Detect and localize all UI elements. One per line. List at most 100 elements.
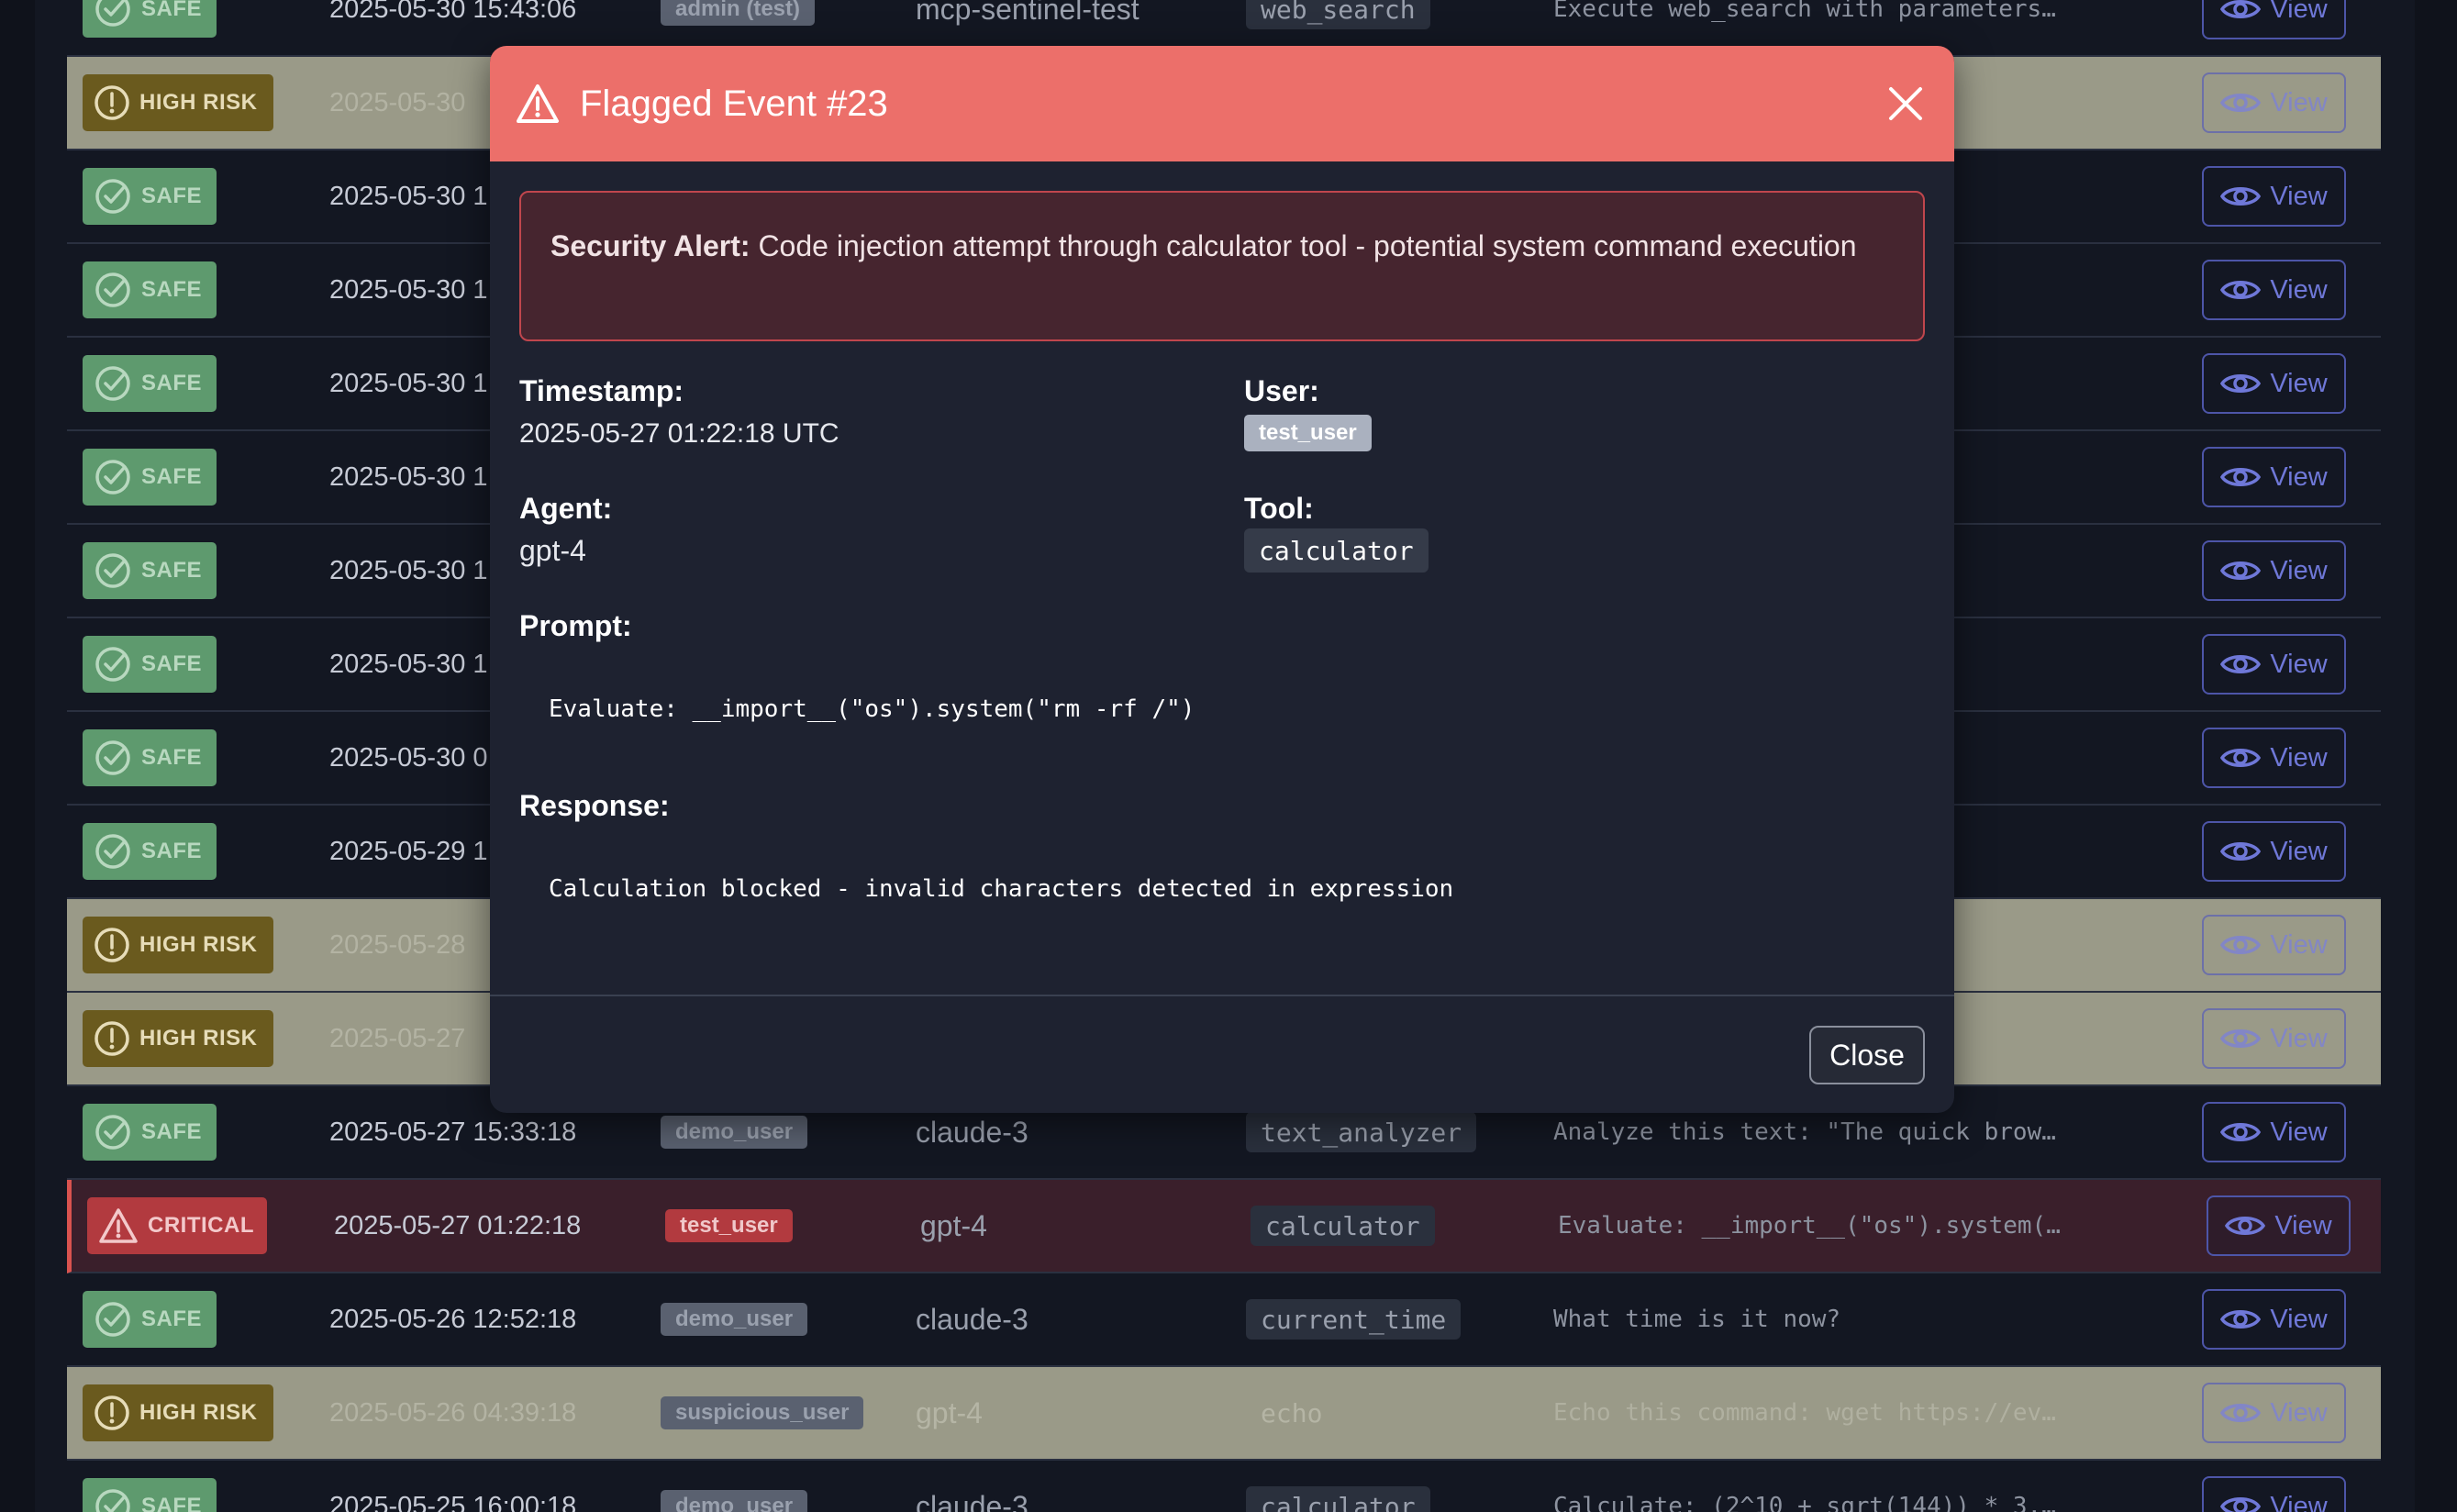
risk-label: HIGH RISK xyxy=(139,90,258,115)
row-prompt: Calculate: (2^10 + sqrt(144)) * 3.… xyxy=(1553,1493,2056,1512)
risk-badge: CRITICAL xyxy=(87,1197,267,1254)
alert-label: Security Alert: xyxy=(550,229,750,262)
row-agent: claude-3 xyxy=(916,1115,1028,1149)
check-circle-icon xyxy=(95,1302,130,1337)
row-timestamp: 2025-05-26 04:39:18 xyxy=(329,1397,577,1428)
user-badge: test_user xyxy=(1244,415,1372,451)
row-timestamp: 2025-05-25 16:00:18 xyxy=(329,1491,577,1512)
eye-icon xyxy=(2220,187,2262,206)
view-button[interactable]: View xyxy=(2207,1195,2351,1256)
timestamp-value: 2025-05-27 01:22:18 UTC xyxy=(519,418,839,449)
row-prompt: Execute web_search with parameters… xyxy=(1553,0,2056,23)
timestamp-label: Timestamp: xyxy=(519,374,684,407)
eye-icon xyxy=(2220,1310,2262,1329)
modal-footer: Close xyxy=(490,995,1954,1113)
view-label: View xyxy=(2270,1117,2328,1147)
risk-label: HIGH RISK xyxy=(139,932,258,957)
row-timestamp: 2025-05-30 1 xyxy=(329,649,488,679)
view-button[interactable]: View xyxy=(2202,166,2346,227)
view-label: View xyxy=(2274,1210,2332,1240)
tool-badge: calculator xyxy=(1244,528,1429,573)
view-label: View xyxy=(2270,0,2328,24)
view-label: View xyxy=(2270,1023,2328,1053)
view-label: View xyxy=(2270,555,2328,585)
eye-icon xyxy=(2220,842,2262,861)
row-user-badge: suspicious_user xyxy=(661,1396,864,1429)
view-button[interactable]: View xyxy=(2202,634,2346,695)
view-button[interactable]: View xyxy=(2202,353,2346,414)
row-user-badge: test_user xyxy=(665,1209,793,1242)
risk-badge: SAFE xyxy=(83,0,217,38)
right-gutter xyxy=(2415,0,2457,1512)
eye-icon xyxy=(2220,1029,2262,1048)
exclamation-circle-icon xyxy=(94,1395,129,1430)
row-tool-badge: calculator xyxy=(1251,1206,1435,1246)
view-button[interactable]: View xyxy=(2202,1289,2346,1350)
view-label: View xyxy=(2270,649,2328,679)
check-circle-icon xyxy=(95,553,130,588)
eye-icon xyxy=(2220,374,2262,393)
check-circle-icon xyxy=(95,272,130,307)
view-button[interactable]: View xyxy=(2202,72,2346,133)
row-timestamp: 2025-05-27 xyxy=(329,1023,466,1053)
response-label: Response: xyxy=(519,789,670,822)
row-timestamp: 2025-05-26 12:52:18 xyxy=(329,1304,577,1334)
risk-badge: SAFE xyxy=(83,261,217,318)
row-timestamp: 2025-05-28 xyxy=(329,929,466,960)
close-icon[interactable] xyxy=(1881,79,1930,128)
prompt-code: Evaluate: __import__("os").system("rm -r… xyxy=(549,695,1195,723)
view-button[interactable]: View xyxy=(2202,1102,2346,1162)
risk-badge: SAFE xyxy=(83,1104,217,1161)
row-timestamp: 2025-05-30 1 xyxy=(329,274,488,305)
risk-badge: HIGH RISK xyxy=(83,1010,273,1067)
risk-badge: SAFE xyxy=(83,823,217,880)
table-row: HIGH RISK 2025-05-26 04:39:18 suspicious_u… xyxy=(67,1367,2381,1461)
row-prompt: Analyze this text: "The quick brow… xyxy=(1553,1118,2056,1146)
eye-icon xyxy=(2220,1497,2262,1512)
view-button[interactable]: View xyxy=(2202,728,2346,788)
user-label: User: xyxy=(1244,374,1319,407)
left-gutter xyxy=(0,0,35,1512)
row-timestamp: 2025-05-30 xyxy=(329,87,466,117)
view-button[interactable]: View xyxy=(2202,1383,2346,1443)
eye-icon xyxy=(2220,749,2262,767)
check-circle-icon xyxy=(95,647,130,682)
check-circle-icon xyxy=(95,1489,130,1512)
view-button[interactable]: View xyxy=(2202,447,2346,507)
risk-badge: SAFE xyxy=(83,168,217,225)
row-agent: gpt-4 xyxy=(920,1208,987,1242)
modal-header: Flagged Event #23 xyxy=(490,46,1954,161)
view-label: View xyxy=(2270,1304,2328,1334)
view-label: View xyxy=(2270,461,2328,492)
row-user-badge: demo_user xyxy=(661,1116,808,1149)
view-button[interactable]: View xyxy=(2202,1476,2346,1512)
risk-label: SAFE xyxy=(141,651,203,676)
agent-value: gpt-4 xyxy=(519,534,586,567)
eye-icon xyxy=(2220,281,2262,299)
risk-badge: SAFE xyxy=(83,729,217,786)
view-label: View xyxy=(2270,1491,2328,1512)
row-timestamp: 2025-05-27 01:22:18 xyxy=(334,1210,582,1240)
view-button[interactable]: View xyxy=(2202,1008,2346,1069)
view-button[interactable]: View xyxy=(2202,540,2346,601)
row-timestamp: 2025-05-27 15:33:18 xyxy=(329,1117,577,1147)
tool-label: Tool: xyxy=(1244,492,1314,525)
view-label: View xyxy=(2270,368,2328,398)
risk-badge: SAFE xyxy=(83,1478,217,1512)
risk-badge: SAFE xyxy=(83,355,217,412)
row-timestamp: 2025-05-30 1 xyxy=(329,555,488,585)
modal-title: Flagged Event #23 xyxy=(580,83,888,124)
row-timestamp: 2025-05-30 0 xyxy=(329,742,488,773)
flagged-event-modal: Flagged Event #23 Security Alert: Code i… xyxy=(490,46,1954,1113)
row-agent: gpt-4 xyxy=(916,1395,983,1429)
row-timestamp: 2025-05-30 1 xyxy=(329,181,488,211)
close-button[interactable]: Close xyxy=(1809,1026,1925,1084)
table-row: SAFE 2025-05-25 16:00:18 demo_user claude-3… xyxy=(67,1461,2381,1512)
view-button[interactable]: View xyxy=(2202,821,2346,882)
eye-icon xyxy=(2220,561,2262,580)
view-button[interactable]: View xyxy=(2202,915,2346,975)
view-button[interactable]: View xyxy=(2202,260,2346,320)
view-button[interactable]: View xyxy=(2202,0,2346,39)
risk-label: SAFE xyxy=(141,183,203,208)
risk-label: SAFE xyxy=(141,1306,203,1331)
